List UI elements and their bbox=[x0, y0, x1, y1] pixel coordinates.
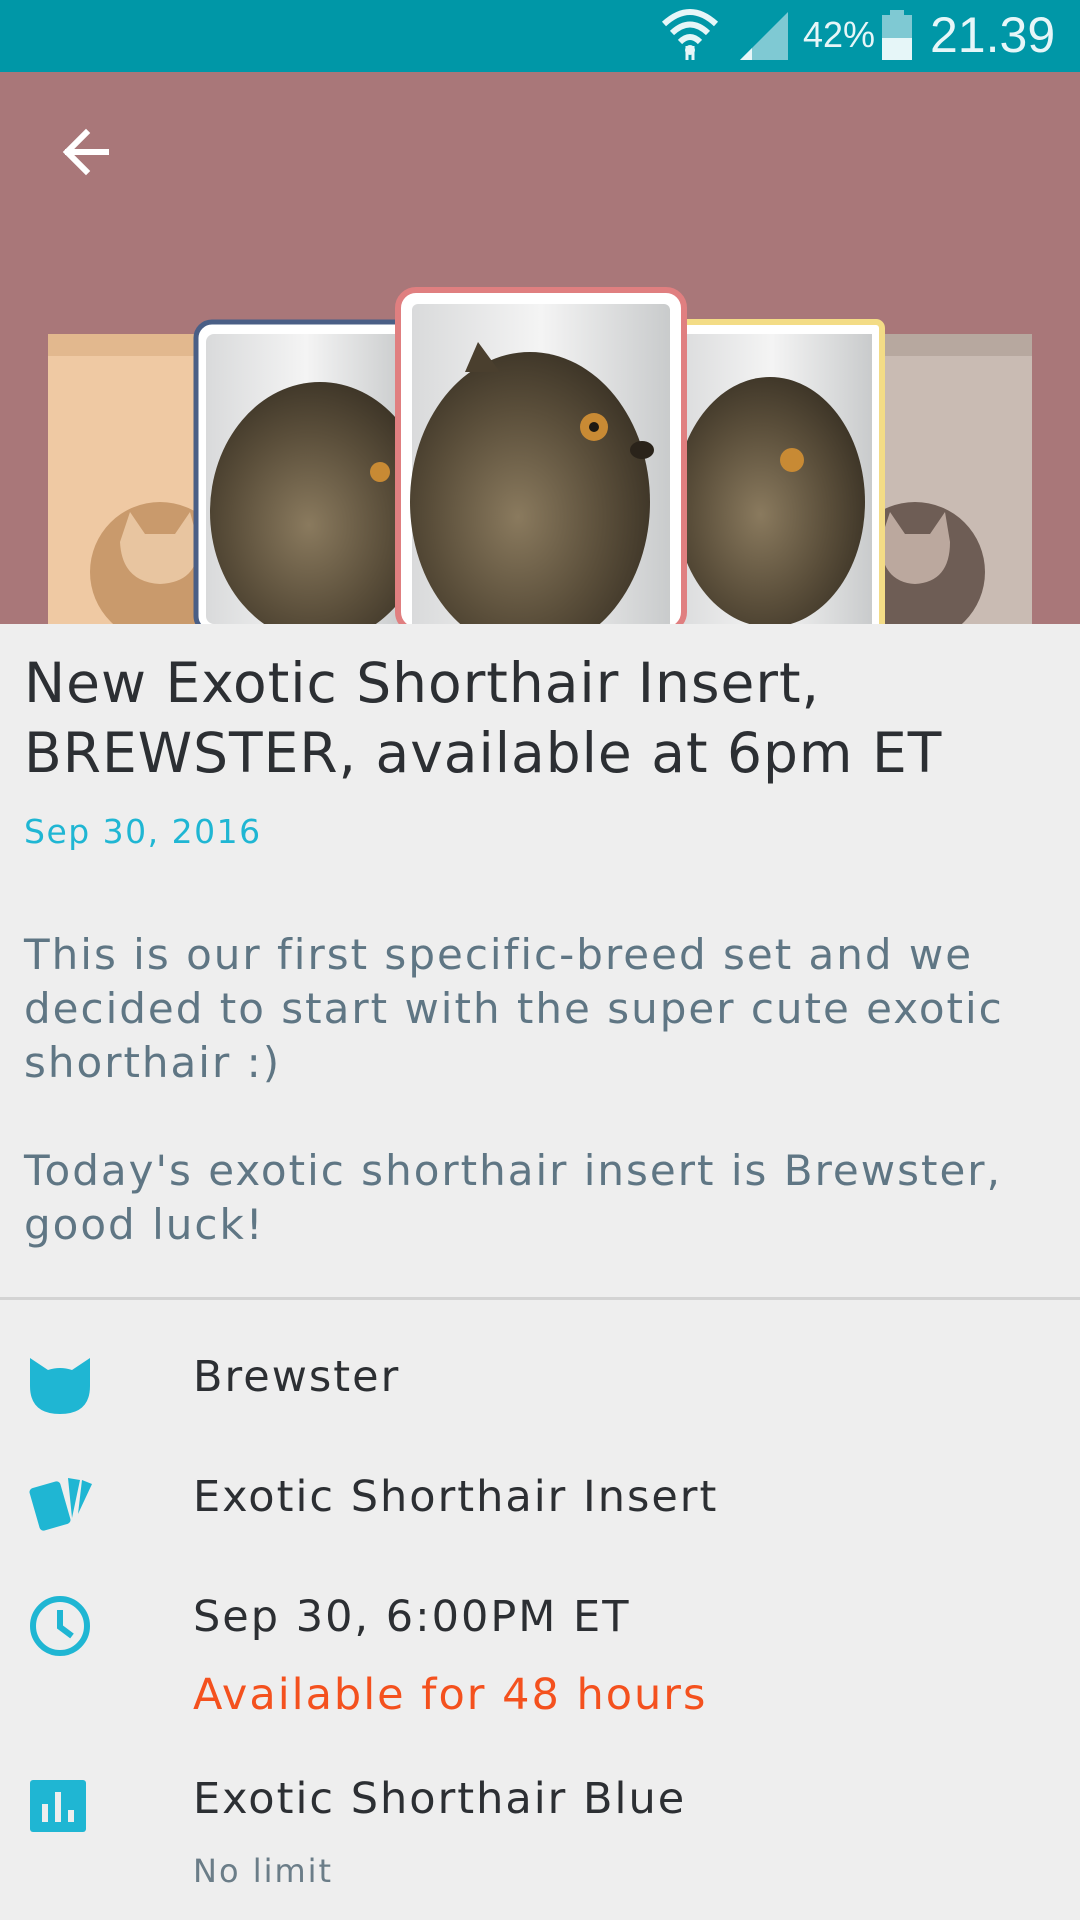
detail-name: Brewster bbox=[193, 1352, 401, 1402]
article-paragraph: This is our first specific-breed set and… bbox=[24, 930, 1004, 1087]
article-title: New Exotic Shorthair Insert, BREWSTER, a… bbox=[24, 651, 943, 785]
detail-release-time: Sep 30, 6:00PM ET bbox=[193, 1592, 631, 1642]
card-yellow bbox=[659, 319, 885, 624]
detail-limit: No limit bbox=[193, 1852, 334, 1890]
card-fan-illustration bbox=[48, 287, 1032, 624]
clock-icon bbox=[30, 1596, 90, 1656]
card-blue bbox=[193, 319, 430, 624]
cards-icon bbox=[29, 1478, 92, 1531]
article-body: This is our first specific-breed set and… bbox=[24, 928, 1054, 1306]
status-bar: 42% 21.39 bbox=[0, 0, 1080, 72]
battery-icon bbox=[882, 10, 912, 60]
article-paragraph: Today's exotic shorthair insert is Brews… bbox=[24, 1146, 1002, 1249]
signal-icon bbox=[740, 12, 788, 60]
battery-percent: 42% bbox=[803, 14, 876, 55]
cat-icon bbox=[30, 1358, 90, 1414]
detail-variant: Exotic Shorthair Blue bbox=[193, 1774, 687, 1824]
detail-availability: Available for 48 hours bbox=[193, 1670, 708, 1720]
status-time: 21.39 bbox=[930, 7, 1056, 63]
divider bbox=[0, 1297, 1080, 1300]
detail-set: Exotic Shorthair Insert bbox=[193, 1472, 719, 1522]
article-date: Sep 30, 2016 bbox=[24, 812, 262, 851]
wifi-icon bbox=[661, 9, 719, 60]
hero-banner bbox=[0, 72, 1080, 624]
arrow-left-icon[interactable] bbox=[52, 116, 124, 188]
card-center bbox=[395, 287, 687, 624]
bar-chart-icon bbox=[30, 1780, 86, 1832]
